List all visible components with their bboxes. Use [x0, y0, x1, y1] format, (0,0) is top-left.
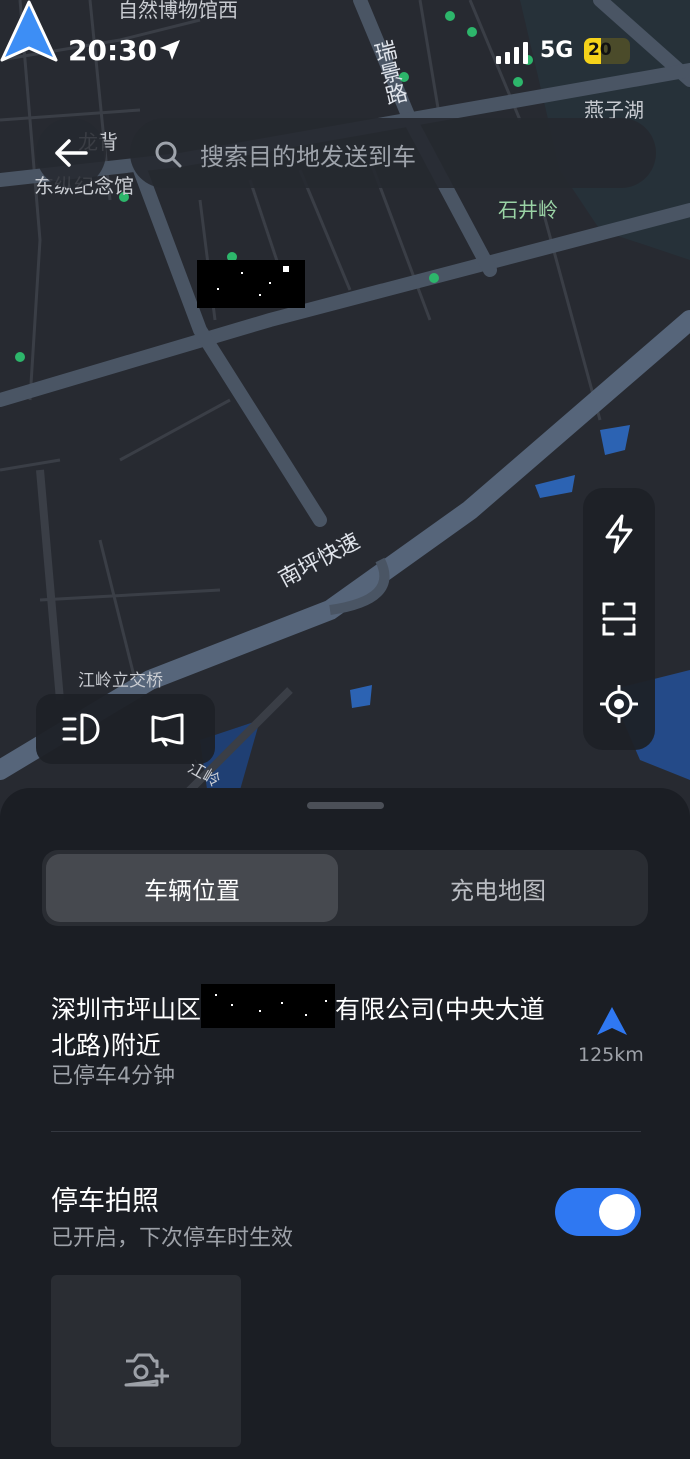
tab-vehicle-location[interactable]: 车辆位置 — [46, 854, 338, 922]
back-button[interactable] — [36, 118, 106, 188]
horn-button[interactable] — [148, 709, 188, 749]
horn-icon — [151, 713, 184, 747]
network-type: 5G — [540, 38, 574, 63]
parked-duration: 已停车4分钟 — [51, 1064, 175, 1089]
redacted-map-label — [197, 260, 305, 308]
map-label-jiangling-interchange: 江岭立交桥 — [78, 671, 163, 691]
parking-photo-title: 停车拍照 — [51, 1186, 159, 1217]
redacted-address — [201, 984, 336, 1028]
divider — [51, 1131, 641, 1132]
sheet-drag-handle[interactable] — [307, 802, 384, 809]
parking-photo-toggle[interactable] — [555, 1188, 641, 1236]
search-input[interactable]: 搜索目的地发送到车 — [130, 118, 656, 188]
back-arrow-icon — [55, 139, 88, 167]
signal-icon — [496, 42, 528, 64]
location-arrow-icon — [160, 40, 180, 60]
vehicle-control-toolbar — [36, 694, 215, 764]
status-time: 20:30 — [68, 34, 158, 67]
search-placeholder: 搜索目的地发送到车 — [200, 143, 416, 171]
address-prefix: 深圳市坪山区 — [51, 995, 202, 1024]
navigate-arrow-icon[interactable] — [596, 1006, 628, 1036]
locate-icon — [600, 685, 638, 723]
locate-button[interactable] — [599, 684, 639, 724]
headlight-icon — [62, 713, 100, 745]
search-icon — [155, 141, 182, 168]
vehicle-distance: 125km — [578, 1044, 644, 1066]
camera-add-icon — [124, 1353, 169, 1387]
segmented-tabs: 车辆位置 充电地图 — [42, 850, 648, 926]
headlight-button[interactable] — [62, 709, 102, 749]
tab-charging-map[interactable]: 充电地图 — [352, 854, 644, 922]
parking-photo-subtitle: 已开启，下次停车时生效 — [51, 1226, 294, 1251]
scan-icon — [602, 602, 636, 636]
map-label-museum: 自然博物馆西 — [118, 0, 238, 22]
toggle-knob — [599, 1194, 635, 1230]
battery-level: 20 — [588, 40, 612, 60]
vehicle-address[interactable]: 深圳市坪山区 有限公司(中央大道北路)附近 — [51, 984, 551, 1064]
battery-icon: 20 — [584, 38, 630, 64]
vehicle-info-sheet: 车辆位置 充电地图 深圳市坪山区 有限公司(中央大道北路)附近 已停车4分钟 12… — [0, 788, 690, 1459]
status-bar: 20:30 5G 20 — [0, 30, 690, 74]
charging-button[interactable] — [599, 514, 639, 554]
map-side-toolbar — [583, 488, 655, 750]
map-label-shijingling: 石井岭 — [498, 198, 558, 222]
scan-button[interactable] — [599, 599, 639, 639]
add-photo-tile[interactable] — [51, 1275, 241, 1447]
lightning-icon — [605, 514, 633, 554]
